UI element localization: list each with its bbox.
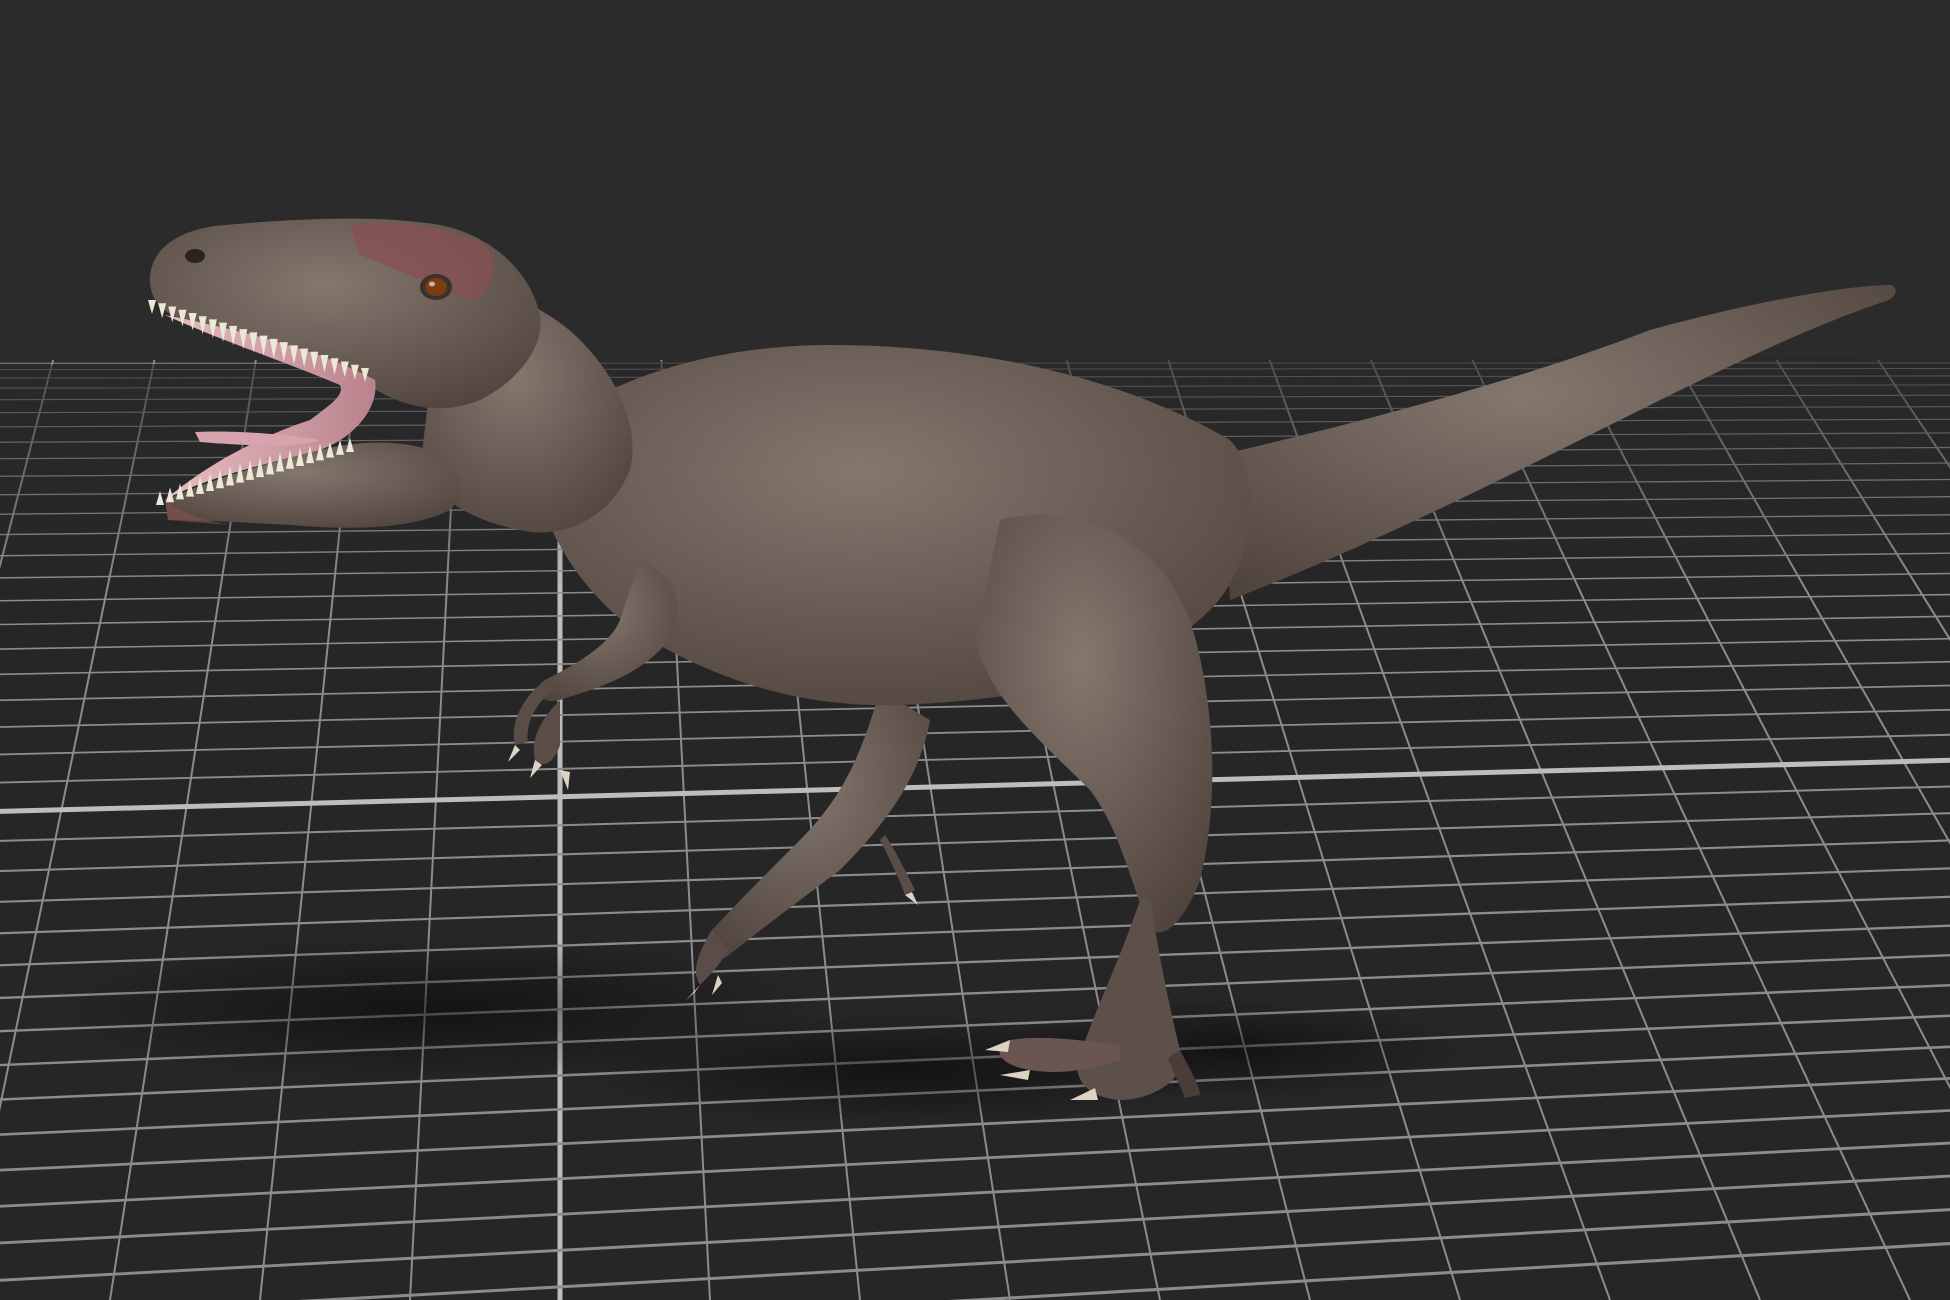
dinosaur-eye (420, 274, 452, 300)
viewport-scene[interactable] (0, 0, 1950, 1300)
3d-viewport[interactable] (0, 0, 1950, 1300)
